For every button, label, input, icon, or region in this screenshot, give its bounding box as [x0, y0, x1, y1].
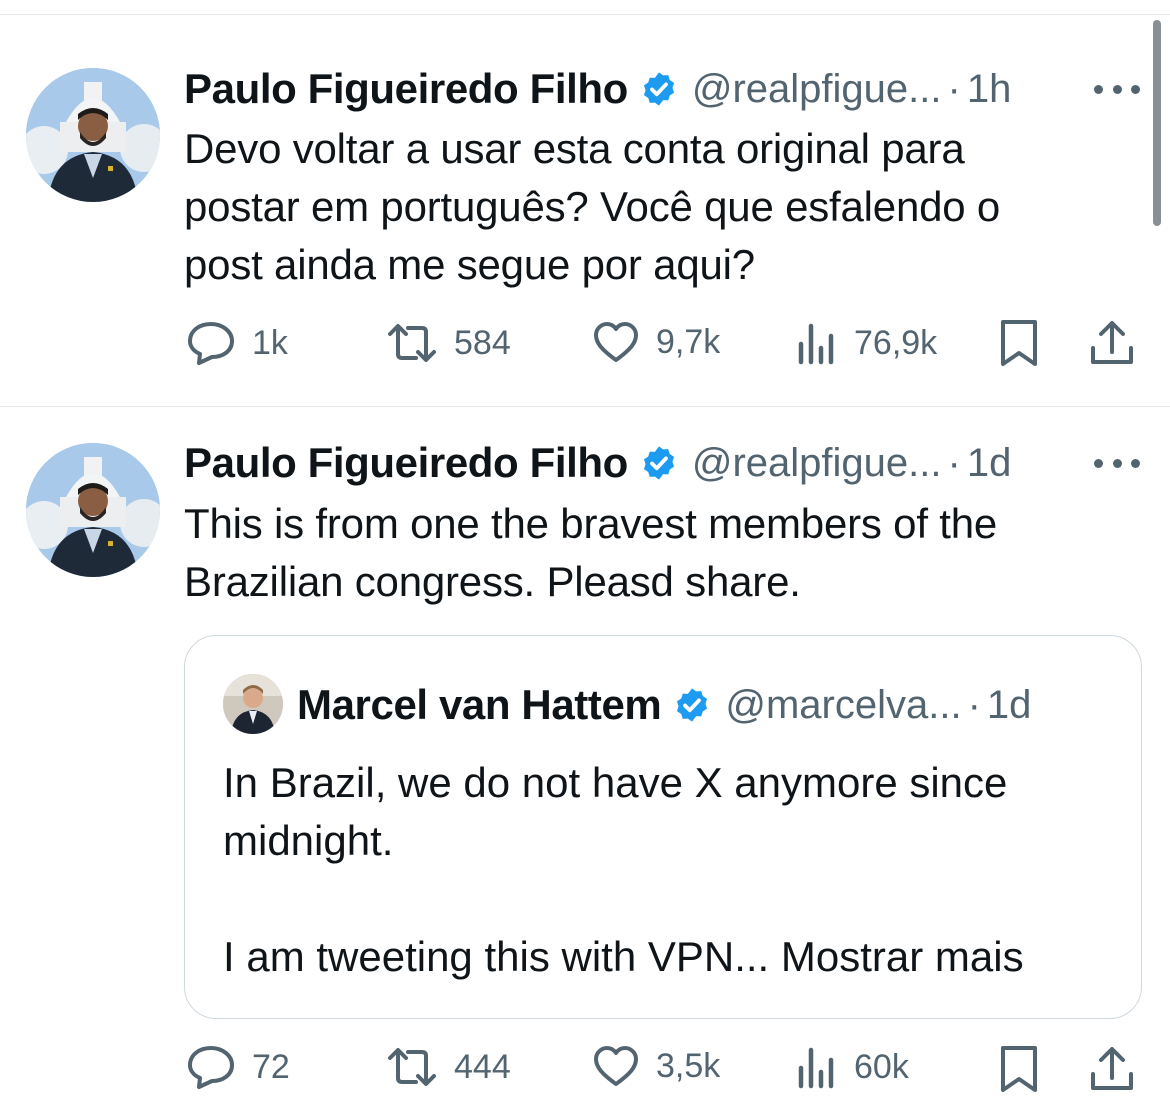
like-count: 3,5k [656, 1046, 721, 1085]
author-handle[interactable]: @realpfigue... [692, 441, 942, 486]
separator-dot: · [967, 682, 981, 727]
quoted-text-line [223, 870, 1103, 928]
like-button[interactable]: 3,5k [592, 1044, 720, 1088]
repost-button[interactable]: 444 [386, 1044, 511, 1090]
author-name[interactable]: Paulo Figueiredo Filho [184, 439, 628, 487]
quoted-text-line: I am tweeting this with VPN... Mostrar m… [223, 933, 1024, 980]
like-icon [594, 1046, 638, 1086]
tweet-header: Paulo Figueiredo Filho @realpfigue... · … [184, 438, 1011, 488]
bookmark-icon [1001, 1046, 1037, 1092]
reply-icon [188, 1046, 234, 1089]
quoted-text-line: In Brazil, we do not have X anymore sinc… [223, 759, 1008, 806]
views-button[interactable]: 60k [796, 1044, 909, 1090]
reply-count: 72 [252, 1047, 290, 1086]
share-button[interactable] [1088, 1044, 1136, 1094]
quoted-text: In Brazil, we do not have X anymore sinc… [223, 754, 1103, 986]
verified-badge-icon [677, 688, 708, 722]
quoted-author-name: Marcel van Hattem [297, 681, 662, 728]
quoted-avatar [223, 674, 283, 734]
repost-count: 444 [454, 1047, 511, 1086]
share-icon [1091, 1047, 1133, 1090]
quoted-header: Marcel van Hattem @marcelva... · 1d [297, 680, 1031, 730]
timestamp[interactable]: 1d [967, 441, 1012, 486]
quoted-tweet[interactable]: Marcel van Hattem @marcelva... · 1d In B… [184, 635, 1142, 1019]
quoted-author-handle: @marcelva... [725, 682, 962, 727]
tweet-text-line: This is from one the bravest members of … [184, 500, 998, 547]
views-icon [798, 1047, 834, 1089]
views-count: 60k [854, 1047, 909, 1086]
bookmark-button[interactable] [998, 1044, 1040, 1094]
quoted-timestamp: 1d [986, 682, 1032, 727]
tweet[interactable]: Paulo Figueiredo Filho @realpfigue... · … [0, 0, 1170, 1092]
quoted-text-line: midnight. [223, 817, 394, 864]
avatar[interactable] [26, 443, 160, 577]
separator-dot: · [947, 440, 961, 485]
tweet-text: This is from one the bravest members of … [184, 495, 1124, 611]
reply-button[interactable]: 72 [186, 1044, 290, 1090]
more-options-icon[interactable] [1094, 453, 1140, 473]
action-bar: 72 444 3,5k 60k [0, 1044, 1170, 1104]
repost-icon [388, 1048, 436, 1086]
tweet-text-line: Brazilian congress. Pleasd share. [184, 558, 801, 605]
verified-badge-icon [643, 446, 674, 480]
